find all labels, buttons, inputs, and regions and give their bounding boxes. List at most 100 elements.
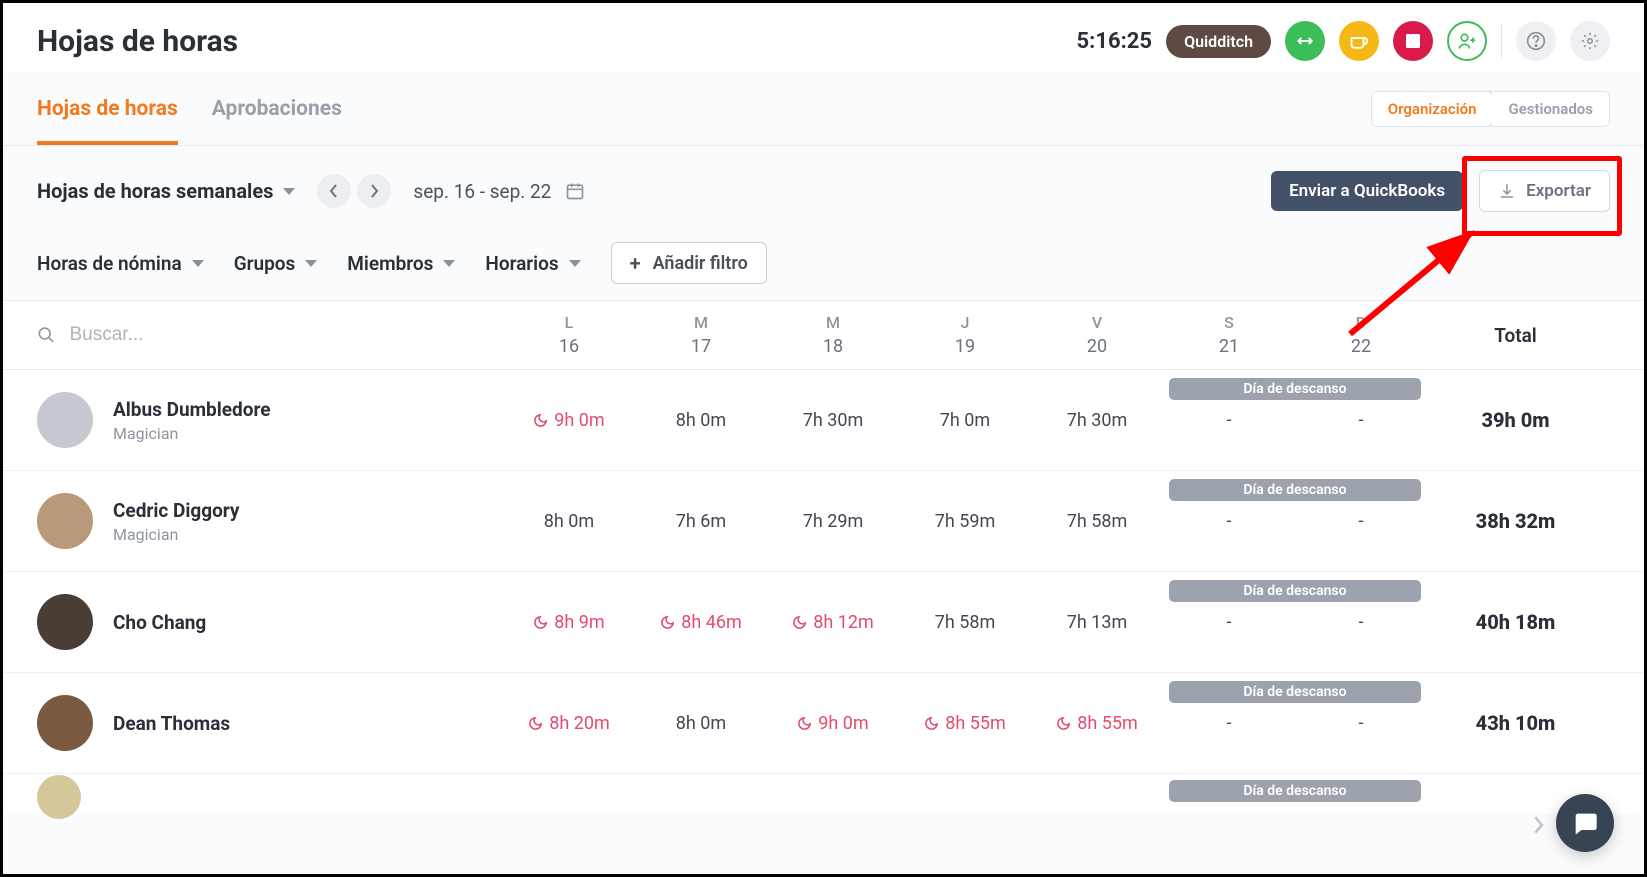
timesheet-cell[interactable]: 8h 55m [899,673,1031,773]
filters-row: Horas de nómina Grupos Miembros Horarios + … [3,220,1644,300]
add-filter-button[interactable]: + Añadir filtro [611,242,767,284]
timesheet-cell[interactable]: 8h 0m [635,370,767,470]
table-row[interactable]: Dean Thomas8h 20m8h 0m9h 0m8h 55m8h 55mD… [3,673,1644,774]
moon-icon [924,716,939,731]
next-week-button[interactable] [357,174,391,208]
segment-0[interactable]: Organización [1371,91,1494,127]
timesheet-cell[interactable]: 7h 58m [899,572,1031,672]
prev-week-button[interactable] [317,174,351,208]
swap-icon [1296,32,1314,50]
timesheet-cell[interactable]: 9h 0m [503,370,635,470]
timesheet-cell[interactable]: - [1295,471,1427,571]
moon-icon [533,615,548,630]
chevron-down-icon [305,260,317,267]
timesheet-cell[interactable]: 8h 20m [503,673,635,773]
timesheet-cell[interactable]: 7h 29m [767,471,899,571]
timesheet-cell[interactable]: - [1295,673,1427,773]
timesheet-cell[interactable]: 7h 6m [635,471,767,571]
toolbar-right: Enviar a QuickBooks Exportar [1271,170,1610,212]
page-title: Hojas de horas [37,24,238,59]
search-input[interactable] [70,324,470,346]
row-total: 40h 18m [1427,610,1644,634]
timesheet-cell[interactable]: 7h 59m [899,471,1031,571]
table-row[interactable]: Albus DumbledoreMagician9h 0m8h 0m7h 30m… [3,370,1644,471]
search-icon [37,325,56,345]
moon-icon [528,716,543,731]
plus-icon: + [630,251,641,275]
timesheet-cell[interactable]: - [1295,572,1427,672]
filter-3[interactable]: Horarios [485,252,580,275]
user-plus-icon [1457,31,1477,51]
table-header: L16M17M18J19V20S21D22 Total [3,300,1644,370]
segment-1[interactable]: Gestionados [1492,92,1609,126]
timesheet-cell[interactable]: 8h 0m [503,471,635,571]
day-header-1: M17 [635,301,767,369]
timesheet-cell[interactable]: 7h 30m [1031,370,1163,470]
quickbooks-label: Enviar a QuickBooks [1289,181,1445,201]
filter-1[interactable]: Grupos [234,252,318,275]
add-user-button[interactable] [1447,21,1487,61]
timesheet-cell[interactable]: 8h 55m [1031,673,1163,773]
tab-0[interactable]: Hojas de horas [37,81,178,145]
settings-button[interactable] [1570,21,1610,61]
person-role: Magician [113,424,271,443]
row-total: 39h 0m [1427,408,1644,432]
table-search-col [3,304,503,366]
send-quickbooks-button[interactable]: Enviar a QuickBooks [1271,171,1463,211]
chevron-right-icon [1532,816,1544,834]
date-nav [317,174,391,208]
avatar [37,775,81,819]
timesheet-cell[interactable]: 8h 46m [635,572,767,672]
timesheet-cell[interactable]: 7h 13m [1031,572,1163,672]
timesheet-cell[interactable]: Día de descanso- [1163,370,1295,470]
moon-icon [797,716,812,731]
play-button[interactable] [1285,21,1325,61]
coffee-icon [1350,32,1368,50]
stop-button[interactable] [1393,21,1433,61]
timesheet-cell[interactable]: Día de descanso- [1163,572,1295,672]
timesheet-cell[interactable]: 9h 0m [767,673,899,773]
timesheet-cell[interactable]: 7h 58m [1031,471,1163,571]
chat-icon [1571,809,1599,837]
person-cell: Cho Chang [3,574,503,670]
filter-0[interactable]: Horas de nómina [37,252,204,275]
person-name: Albus Dumbledore [113,398,271,421]
project-badge[interactable]: Quidditch [1166,25,1271,58]
timesheet-cell[interactable]: 7h 0m [899,370,1031,470]
timesheet-cell[interactable]: Día de descanso- [1163,471,1295,571]
timesheet-cell[interactable]: 8h 12m [767,572,899,672]
chevron-left-icon [329,184,339,198]
tab-1[interactable]: Aprobaciones [212,81,342,145]
chat-fab[interactable] [1556,794,1614,852]
timesheet-cell[interactable]: 8h 9m [503,572,635,672]
stop-icon [1406,34,1420,48]
day-header-6: D22 [1295,301,1427,369]
export-button[interactable]: Exportar [1479,170,1610,212]
chevron-down-icon [283,188,295,195]
timesheet-cell[interactable]: 7h 30m [767,370,899,470]
timesheet-cell[interactable]: - [1295,370,1427,470]
moon-icon [660,615,675,630]
timesheet-cell[interactable]: 8h 0m [635,673,767,773]
period-label: Hojas de horas semanales [37,179,273,203]
scroll-right-button[interactable] [1532,816,1544,834]
add-filter-label: Añadir filtro [653,253,748,274]
person-name: Cho Chang [113,611,206,634]
person-role: Magician [113,525,240,544]
header-divider [1501,24,1502,58]
period-selector[interactable]: Hojas de horas semanales [37,179,295,203]
date-range[interactable]: sep. 16 - sep. 22 [413,180,585,203]
rest-day-badge: Día de descanso [1169,780,1421,802]
timesheet-cell[interactable]: Día de descanso- [1163,673,1295,773]
pause-button[interactable] [1339,21,1379,61]
day-header-3: J19 [899,301,1031,369]
toolbar: Hojas de horas semanales sep. 16 - sep. … [3,146,1644,220]
table-row[interactable]: Cho Chang 8h 9m8h 46m8h 12m7h 58m7h 13mDí… [3,572,1644,673]
download-icon [1498,182,1516,200]
help-button[interactable] [1516,21,1556,61]
day-header-4: V20 [1031,301,1163,369]
total-column-header: Total [1427,324,1644,347]
filter-2[interactable]: Miembros [347,252,455,275]
table-row[interactable]: Cedric DiggoryMagician8h 0m7h 6m7h 29m7h… [3,471,1644,572]
main-tabs: Hojas de horas Aprobaciones [37,81,342,145]
